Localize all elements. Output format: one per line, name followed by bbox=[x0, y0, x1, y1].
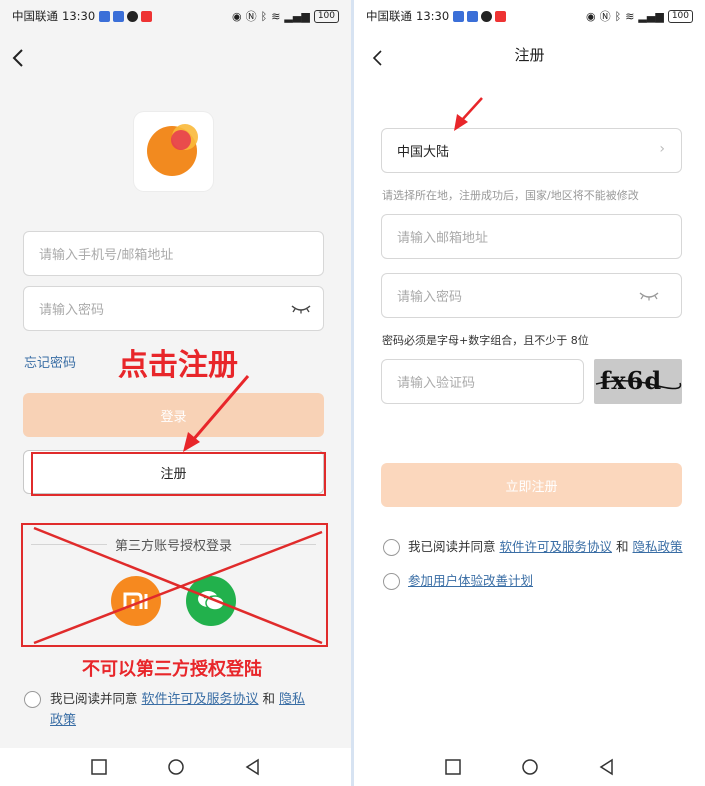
system-nav-bar bbox=[354, 748, 705, 786]
privacy-policy-link[interactable]: 隐私 bbox=[279, 692, 305, 707]
privacy-policy-link[interactable]: 隐私政策 bbox=[633, 539, 683, 554]
recent-apps-icon[interactable] bbox=[444, 758, 462, 776]
back-nav-icon[interactable] bbox=[598, 758, 616, 776]
email-input[interactable]: 请输入邮箱地址 bbox=[381, 214, 682, 259]
code-placeholder: 请输入验证码 bbox=[397, 376, 476, 391]
captcha-noise bbox=[595, 380, 682, 390]
password-placeholder: 请输入密码 bbox=[397, 290, 463, 305]
password-hint: 密码必须是字母+数字组合，且不少于 8位 bbox=[382, 334, 589, 347]
captcha-image[interactable]: fx6d bbox=[594, 359, 682, 404]
license-agreement-link[interactable]: 软件许可及服务协议 bbox=[142, 692, 259, 707]
home-icon[interactable] bbox=[521, 758, 539, 776]
email-placeholder: 请输入邮箱地址 bbox=[397, 231, 489, 246]
license-agreement-link[interactable]: 软件许可及服务协议 bbox=[500, 539, 613, 554]
privacy-policy-link-cont[interactable]: 政策 bbox=[50, 713, 76, 728]
eye-closed-icon[interactable] bbox=[639, 291, 659, 301]
verification-code-input[interactable]: 请输入验证码 bbox=[381, 359, 584, 404]
password-input[interactable]: 请输入密码 bbox=[381, 273, 682, 318]
system-nav-bar bbox=[0, 748, 351, 786]
recent-apps-icon[interactable] bbox=[90, 758, 108, 776]
back-nav-icon[interactable] bbox=[244, 758, 262, 776]
join-program-radio[interactable] bbox=[383, 573, 400, 590]
agree-radio[interactable] bbox=[383, 539, 400, 556]
annotation-no-third-party: 不可以第三方授权登陆 bbox=[82, 659, 262, 680]
agreement-text: 我已阅读并同意 软件许可及服务协议 和 隐私政策 bbox=[408, 539, 683, 554]
agreement-text: 我已阅读并同意 软件许可及服务协议 和 隐私 政策 bbox=[50, 691, 306, 728]
region-hint: 请选择所在地，注册成功后，国家/地区将不能被修改 bbox=[382, 189, 639, 202]
join-program-link[interactable]: 参加用户体验改善计划 bbox=[408, 573, 533, 588]
annotation-arrow bbox=[454, 97, 483, 131]
agree-radio[interactable] bbox=[24, 691, 41, 708]
register-submit-button[interactable]: 立即注册 bbox=[381, 463, 682, 507]
register-screen: 中国联通 13:30 ◉ Ⓝ ᛒ ≋ ▂▄▆ 100 注册 中国大陆 › 请选择… bbox=[354, 0, 705, 786]
home-icon[interactable] bbox=[167, 758, 185, 776]
join-program-text: 参加用户体验改善计划 bbox=[408, 571, 533, 591]
login-screen: 中国联通 13:30 ◉ Ⓝ ᛒ ≋ ▂▄▆ 100 请输入手机号/邮箱地址 请… bbox=[0, 0, 351, 786]
